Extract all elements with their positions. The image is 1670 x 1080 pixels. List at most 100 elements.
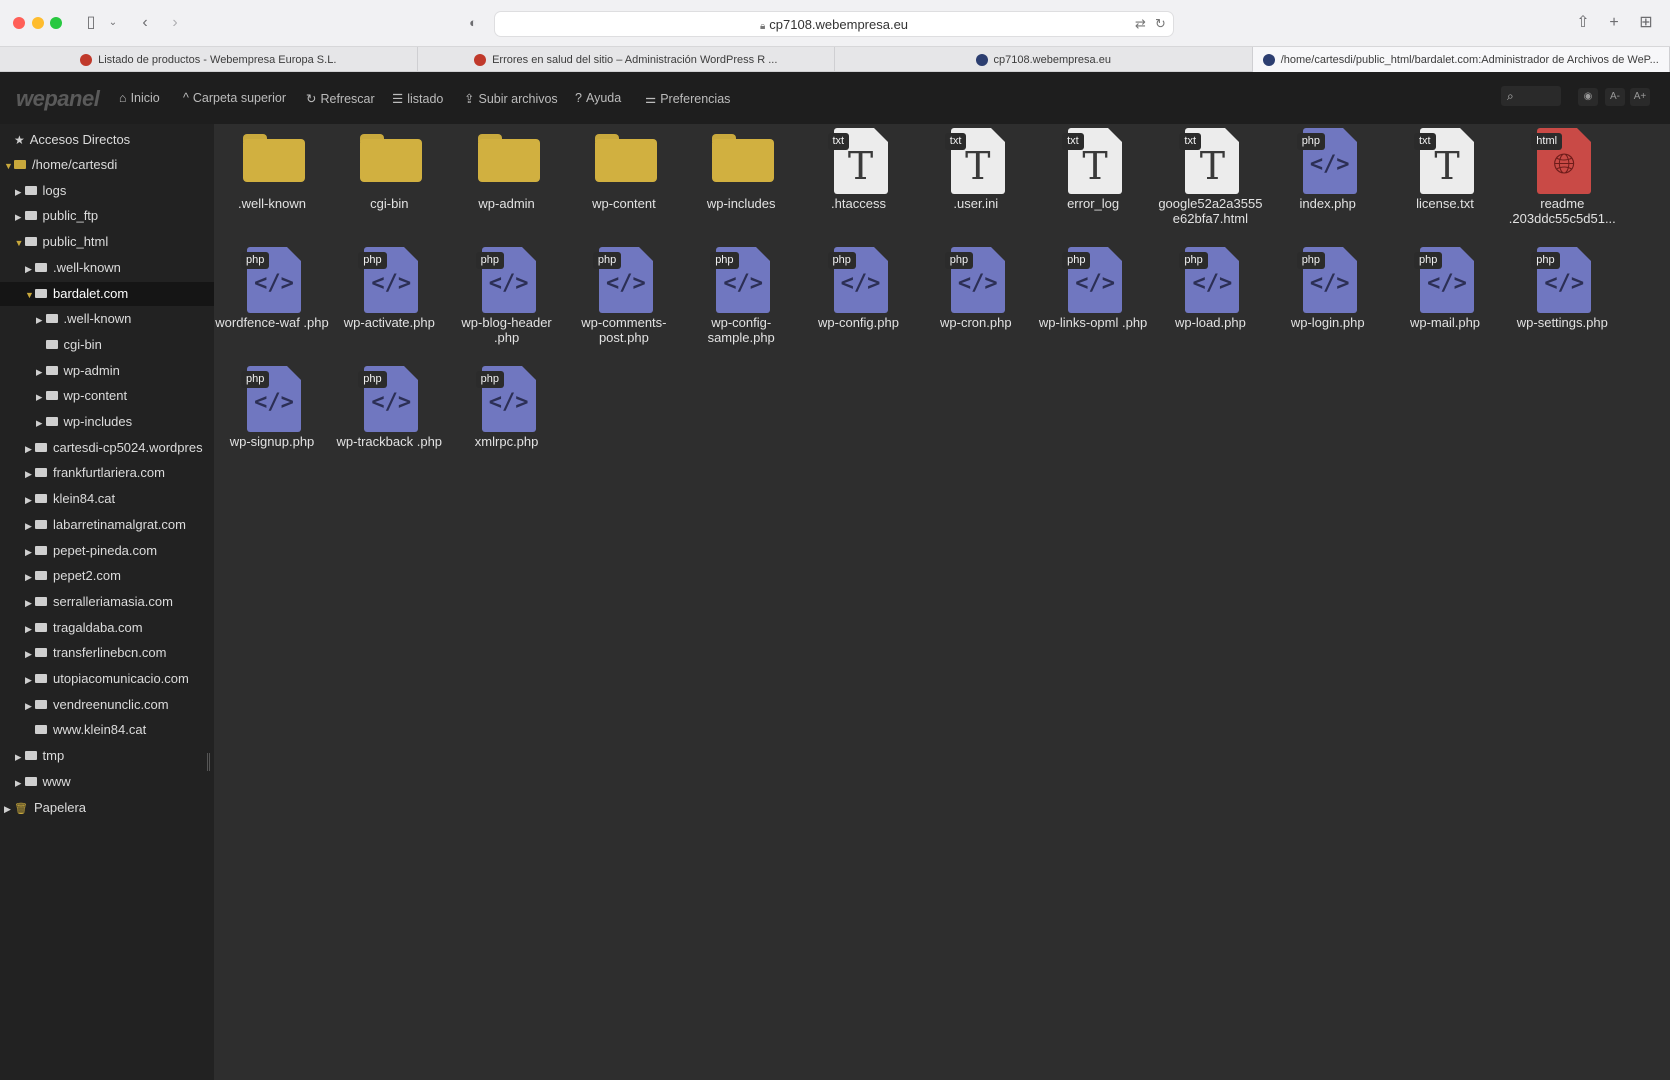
search-input[interactable]: ⌕	[1501, 86, 1561, 106]
caret-right-icon[interactable]: ▶	[25, 565, 35, 588]
tab-file-manager[interactable]: /home/cartesdi/public_html/bardalet.com:…	[1252, 47, 1670, 72]
caret-right-icon[interactable]: ▶	[25, 617, 35, 640]
sidebar-folder-item[interactable]: ▶ vendreenunclic.com	[25, 693, 214, 717]
file-item[interactable]: txt T error_log	[1035, 124, 1151, 236]
new-tab-icon[interactable]: +	[1603, 12, 1625, 34]
file-item[interactable]: php </> wp-trackback .php	[331, 362, 447, 474]
font-smaller-button[interactable]: A-	[1605, 88, 1625, 106]
tab-overview-icon[interactable]: ⊞	[1635, 12, 1657, 34]
caret-down-icon[interactable]: ▼	[15, 231, 25, 254]
font-larger-button[interactable]: A+	[1630, 88, 1650, 106]
tab-errores-salud[interactable]: Errores en salud del sitio – Administrac…	[418, 47, 835, 72]
caret-right-icon[interactable]: ▶	[25, 591, 35, 614]
file-item[interactable]: php </> wp-cron.php	[918, 243, 1034, 355]
file-item[interactable]: php </> wp-login.php	[1270, 243, 1386, 355]
caret-right-icon[interactable]: ▶	[36, 385, 46, 408]
address-bar[interactable]: 🔒︎ cp7108.webempresa.eu ⇄ ↻	[494, 11, 1174, 37]
view-icon[interactable]: ◉	[1578, 88, 1598, 106]
folder-item[interactable]: .well-known	[214, 124, 330, 236]
caret-down-icon[interactable]: ▼	[25, 283, 35, 306]
sidebar-folder-item[interactable]: ▶ transferlinebcn.com	[25, 641, 214, 665]
sidebar-folder-item[interactable]: ▶ logs	[15, 179, 215, 203]
file-item[interactable]: txt Tgoogle52a2a3555 e62bfa7.html	[1152, 124, 1268, 236]
file-item[interactable]: php </> wp-comments- post.php	[566, 243, 682, 355]
caret-right-icon[interactable]: ▶	[36, 308, 46, 331]
parent-folder-button[interactable]: ^ Carpeta superior	[183, 91, 286, 105]
caret-right-icon[interactable]: ▶	[25, 642, 35, 665]
sidebar-folder-item[interactable]: ▼ /home/cartesdi	[4, 153, 214, 177]
sidebar-resize-handle[interactable]	[207, 753, 210, 771]
caret-right-icon[interactable]: ▶	[25, 437, 35, 460]
sidebar-folder-item[interactable]: ▶ labarretinamalgrat.com	[25, 513, 214, 537]
sidebar-folder-item[interactable]: ▶ .well-known	[36, 307, 215, 331]
folder-item[interactable]: cgi-bin	[331, 124, 447, 236]
file-item[interactable]: php </> wp-config- sample.php	[683, 243, 799, 355]
sidebar-folder-item[interactable]: ▶ pepet-pineda.com	[25, 539, 214, 563]
sidebar-folder-item[interactable]: cgi-bin	[36, 333, 215, 357]
upload-files-button[interactable]: ⇪ Subir archivos	[464, 91, 558, 106]
folder-item[interactable]: wp-admin	[449, 124, 565, 236]
list-view-button[interactable]: ☰ listado	[392, 91, 443, 106]
chevron-down-icon[interactable]: ⌄	[102, 12, 124, 34]
caret-right-icon[interactable]: ▶	[36, 411, 46, 434]
caret-right-icon[interactable]: ▶	[15, 771, 25, 794]
caret-right-icon[interactable]: ▶	[25, 540, 35, 563]
sidebar-folder-item[interactable]: ▶ serralleriamasia.com	[25, 590, 214, 614]
sidebar-folder-item[interactable]: ▼ bardalet.com	[0, 281, 214, 306]
file-item[interactable]: php </> wordfence-waf .php	[214, 243, 330, 355]
caret-right-icon[interactable]: ▶	[15, 180, 25, 203]
file-item[interactable]: txt T license.txt	[1387, 124, 1503, 236]
caret-down-icon[interactable]: ▼	[4, 154, 14, 177]
caret-right-icon[interactable]: ▶	[15, 745, 25, 768]
home-button[interactable]: ⌂ Inicio	[119, 91, 160, 105]
close-window-button[interactable]	[13, 17, 25, 29]
sidebar-folder-item[interactable]: ▶ wp-includes	[36, 410, 215, 434]
caret-right-icon[interactable]: ▶	[25, 668, 35, 691]
file-item[interactable]: php </> wp-links-opml .php	[1035, 243, 1151, 355]
share-icon[interactable]: ⇧	[1572, 12, 1594, 34]
caret-right-icon[interactable]: ▶	[4, 797, 14, 820]
sidebar-folder-item[interactable]: ▶ wp-content	[36, 384, 215, 408]
file-item[interactable]: php </> wp-load.php	[1152, 243, 1268, 355]
sidebar-folder-item[interactable]: ▼ public_html	[15, 230, 215, 254]
reload-icon[interactable]: ↻	[1155, 16, 1166, 32]
preferences-button[interactable]: ⚌ Preferencias	[645, 91, 730, 106]
file-item[interactable]: html 🌐︎ readme .203ddc55c5d51...	[1504, 124, 1620, 236]
sidebar-folder-item[interactable]: ▶ cartesdi-cp5024.wordpres	[25, 436, 214, 460]
back-icon[interactable]: ‹	[134, 12, 156, 34]
caret-right-icon[interactable]: ▶	[15, 205, 25, 228]
sidebar-folder-item[interactable]: ▶ tmp	[15, 744, 215, 768]
file-item[interactable]: php </> index.php	[1270, 124, 1386, 236]
minimize-window-button[interactable]	[32, 17, 44, 29]
file-item[interactable]: txt T .htaccess	[801, 124, 917, 236]
sidebar-folder-item[interactable]: ▶ utopiacomunicacio.com	[25, 667, 214, 691]
shield-icon[interactable]: ◐	[462, 12, 484, 34]
tab-cp7108[interactable]: cp7108.webempresa.eu	[835, 47, 1253, 72]
sidebar-folder-item[interactable]: ▶ public_ftp	[15, 204, 215, 228]
caret-right-icon[interactable]: ▶	[25, 694, 35, 717]
file-item[interactable]: php </> wp-mail.php	[1387, 243, 1503, 355]
file-item[interactable]: php </> wp-config.php	[801, 243, 917, 355]
trash-item[interactable]: ▶ 🗑︎ Papelera	[4, 796, 214, 820]
sidebar-folder-item[interactable]: ▶ tragaldaba.com	[25, 616, 214, 640]
sidebar-folder-item[interactable]: www.klein84.cat	[25, 718, 214, 742]
caret-right-icon[interactable]: ▶	[25, 257, 35, 280]
sidebar-folder-item[interactable]: ▶ .well-known	[25, 256, 214, 280]
sidebar-folder-item[interactable]: ▶ pepet2.com	[25, 564, 214, 588]
shortcuts-item[interactable]: ★ Accesos Directos	[14, 128, 214, 152]
caret-right-icon[interactable]: ▶	[25, 514, 35, 537]
sidebar-folder-item[interactable]: ▶ www	[15, 770, 215, 794]
sidebar-folder-item[interactable]: ▶ frankfurtlariera.com	[25, 461, 214, 485]
sidebar-toggle-icon[interactable]: ▯	[80, 12, 102, 34]
refresh-button[interactable]: ↻ Refrescar	[306, 91, 375, 106]
file-item[interactable]: php </> wp-blog-header .php	[449, 243, 565, 355]
file-item[interactable]: txt T .user.ini	[918, 124, 1034, 236]
maximize-window-button[interactable]	[50, 17, 62, 29]
file-item[interactable]: php </> wp-signup.php	[214, 362, 330, 474]
caret-right-icon[interactable]: ▶	[36, 360, 46, 383]
file-item[interactable]: php </> wp-settings.php	[1504, 243, 1620, 355]
forward-icon[interactable]: ›	[164, 12, 186, 34]
help-button[interactable]: ? Ayuda	[575, 91, 621, 105]
folder-item[interactable]: wp-includes	[683, 124, 799, 236]
tab-listado-productos[interactable]: Listado de productos - Webempresa Europa…	[0, 47, 418, 72]
